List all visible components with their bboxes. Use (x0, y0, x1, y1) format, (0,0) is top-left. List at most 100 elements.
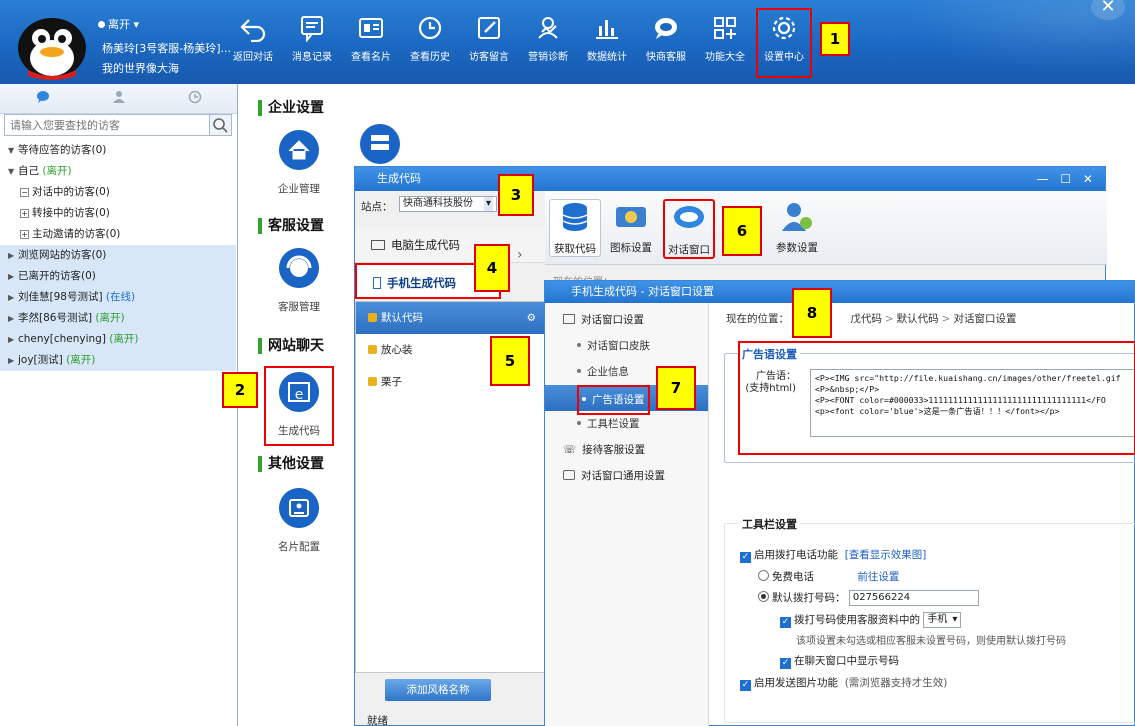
expand-right-icon: ▶ (8, 272, 15, 281)
tree-node-in-chat[interactable]: − 对话中的访客(0) (0, 182, 236, 203)
node-label: joy[测试] (18, 354, 63, 366)
item-label: 名片配置 (278, 541, 320, 553)
image-note: (需浏览器支持才生效) (844, 677, 948, 689)
window-titlebar[interactable]: 生成代码 — ☐ ✕ (355, 167, 1105, 191)
node-status: (离开) (66, 354, 96, 366)
enable-image-row: ✓ 启用发送图片功能 (需浏览器支持才生效) (740, 675, 947, 691)
site-select[interactable]: 快商通科技股份 ▾ (399, 196, 497, 212)
headset-icon (279, 248, 319, 288)
gear-icon[interactable]: ⚙ (527, 302, 536, 334)
use-profile-row: ✓ 拨打号码使用客服资料中的 手机 ▾ (780, 612, 962, 628)
callout-2: 2 (222, 372, 258, 408)
node-label: 等待应答的访客(0) (18, 144, 107, 156)
tree-node-agent[interactable]: ▶ cheny[chenying] (离开) (0, 329, 236, 350)
tool-marketing-diagnosis[interactable]: 营销诊断 (520, 14, 576, 63)
search-icon (213, 118, 228, 133)
lock-icon (368, 313, 377, 322)
clock-icon[interactable] (188, 90, 202, 104)
callout-5: 5 (490, 336, 530, 386)
tree-node-left[interactable]: ▶ 已离开的访客(0) (0, 266, 236, 287)
param-settings-button[interactable]: 参数设置 (771, 199, 823, 255)
tree-node-transferring[interactable]: + 转接中的访客(0) (0, 203, 236, 224)
dialog-body: 现在的位置： 戊代码 > 默认代码 > 对话窗口设置 广告语设置 广告语： (支持html… (710, 303, 1135, 726)
style-item[interactable]: 默认代码 ⚙ (356, 302, 544, 334)
tree-node-browsing[interactable]: ▶ 浏览网站的访客(0) (0, 245, 236, 266)
tree-node-waiting[interactable]: ▼ 等待应答的访客(0) (0, 140, 236, 161)
get-code-button[interactable]: 获取代码 (549, 199, 601, 257)
goto-setting-link[interactable]: 前往设置 (857, 571, 899, 583)
id-card-icon (279, 488, 319, 528)
tool-return-chat[interactable]: 返回对话 (225, 14, 281, 63)
profile-field-select[interactable]: 手机 ▾ (923, 612, 962, 628)
chat-bubble-icon[interactable] (36, 90, 50, 104)
card-config-item[interactable]: 名片配置 (264, 488, 334, 554)
default-number-input[interactable]: 027566224 (848, 590, 979, 606)
option-label: 免费电话 (772, 571, 814, 583)
tool-visitor-message[interactable]: 访客留言 (461, 14, 517, 63)
view-effect-link[interactable]: [查看显示效果图] (845, 549, 927, 561)
tree-node-self[interactable]: ▼ 自己 (离开) (0, 161, 236, 182)
tree-node-invited[interactable]: + 主动邀请的访客(0) (0, 224, 236, 245)
server-icon[interactable] (360, 124, 400, 164)
bullet-icon (577, 421, 581, 425)
lock-icon (368, 377, 377, 386)
nav-chat-general[interactable]: 对话窗口通用设置 (545, 463, 708, 489)
callout-6: 6 (722, 206, 762, 256)
tool-label: 消息记录 (292, 52, 332, 63)
dialog-titlebar[interactable]: 手机生成代码 - 对话窗口设置 (545, 281, 1134, 303)
tree-node-agent[interactable]: ▶ 刘佳慧[98号测试] (在线) (0, 287, 236, 308)
nav-toolbar-settings[interactable]: 工具栏设置 (545, 411, 708, 437)
clock-icon (418, 16, 442, 40)
profile-note: 该项设置未勾选或相应客服未设置号码，则使用默认拨打号码 (796, 636, 1066, 647)
callout-1: 1 (820, 22, 850, 56)
penguin-avatar-icon[interactable] (12, 8, 92, 80)
tool-message-log[interactable]: 消息记录 (284, 14, 340, 63)
checkbox-checked[interactable]: ✓ (780, 617, 791, 628)
tool-label: 快商客服 (646, 52, 686, 63)
checkbox-checked[interactable]: ✓ (780, 658, 791, 669)
user-status[interactable]: 离开 ▾ (98, 16, 139, 32)
person-icon[interactable] (112, 90, 126, 104)
tool-settings-center[interactable]: 设置中心 (756, 8, 812, 78)
icon-settings-button[interactable]: 图标设置 (605, 199, 657, 255)
button-label: 对话窗口 (668, 244, 710, 256)
checkbox-checked[interactable]: ✓ (740, 552, 751, 563)
tool-data-statistics[interactable]: 数据统计 (579, 14, 635, 63)
radio-checked[interactable] (758, 591, 769, 602)
visitor-tabs (0, 84, 237, 114)
nav-reception-agent[interactable]: ☏ 接待客服设置 (545, 437, 708, 463)
style-label: 放心装 (381, 344, 413, 356)
tool-kuaishang-service[interactable]: 快商客服 (638, 14, 694, 63)
free-call-row: 免费电话 前往设置 (758, 569, 899, 584)
agent-manage-item[interactable]: 客服管理 (264, 248, 334, 314)
dropdown-arrow-icon: ▾ (483, 197, 493, 211)
phone-handset-icon: ☏ (563, 444, 577, 456)
tree-node-agent[interactable]: ▶ 李然[86号测试] (离开) (0, 308, 236, 329)
nav-chat-window-settings[interactable]: 对话窗口设置 (545, 307, 708, 333)
tool-view-card[interactable]: 查看名片 (343, 14, 399, 63)
callout-7: 7 (656, 366, 696, 410)
callout-4: 4 (474, 244, 510, 292)
nav-label: 对话窗口设置 (581, 314, 644, 326)
radio-unchecked[interactable] (758, 570, 769, 581)
enterprise-manage-item[interactable]: 企业管理 (264, 130, 334, 196)
search-button[interactable] (209, 115, 231, 135)
tool-label: 查看名片 (351, 52, 391, 63)
add-style-button[interactable]: 添加风格名称 (385, 679, 491, 701)
chevron-right-icon: › (517, 247, 523, 263)
tool-label: 营销诊断 (528, 52, 568, 63)
nav-label: 工具栏设置 (587, 418, 640, 430)
breadcrumb-item[interactable]: 默认代码 (897, 313, 939, 325)
tool-all-functions[interactable]: 功能大全 (697, 14, 753, 63)
generate-code-item[interactable]: e 生成代码 (264, 366, 334, 446)
tree-node-agent[interactable]: ▶ joy[测试] (离开) (0, 350, 236, 371)
option-label: 启用拨打电话功能 (754, 549, 838, 561)
item-label: 客服管理 (278, 301, 320, 313)
checkbox-checked[interactable]: ✓ (740, 680, 751, 691)
style-label: 栗子 (381, 376, 402, 388)
chat-window-button[interactable]: 对话窗口 (663, 199, 715, 259)
search-input[interactable] (5, 115, 209, 135)
window-controls[interactable]: — ☐ ✕ (1037, 167, 1097, 191)
tool-view-history[interactable]: 查看历史 (402, 14, 458, 63)
nav-chat-window-skin[interactable]: 对话窗口皮肤 (545, 333, 708, 359)
